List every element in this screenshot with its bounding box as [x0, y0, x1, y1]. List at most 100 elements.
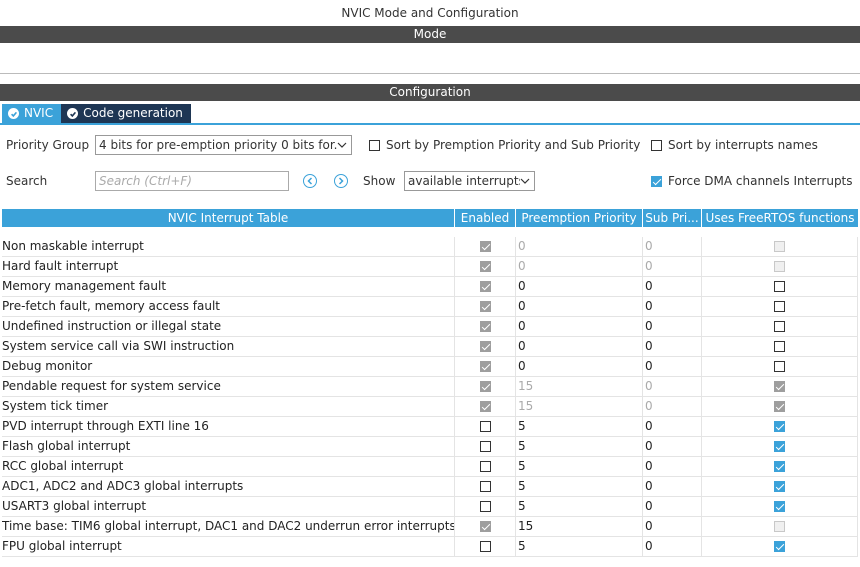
table-row[interactable]: PVD interrupt through EXTI line 16 5 0: [2, 417, 858, 437]
freertos-checkbox: [774, 401, 785, 412]
table-row[interactable]: Undefined instruction or illegal state 0 0: [2, 317, 858, 337]
freertos-cell: [702, 317, 858, 336]
mode-section-header: Mode: [0, 26, 860, 43]
sub-priority-cell[interactable]: 0: [643, 317, 702, 336]
sort-premption-checkbox[interactable]: Sort by Premption Priority and Sub Prior…: [369, 138, 640, 152]
table-row[interactable]: ADC1, ADC2 and ADC3 global interrupts 5 0: [2, 477, 858, 497]
enabled-checkbox[interactable]: [479, 481, 491, 492]
column-header-freertos[interactable]: Uses FreeRTOS functions: [702, 209, 858, 227]
freertos-checkbox: [774, 381, 785, 392]
enabled-cell: [455, 457, 516, 476]
preemption-priority-cell[interactable]: 5: [516, 537, 643, 556]
preemption-priority-cell[interactable]: 0: [516, 357, 643, 376]
enabled-cell: [455, 537, 516, 556]
sub-priority-cell[interactable]: 0: [643, 457, 702, 476]
preemption-priority-cell: 15: [516, 397, 643, 416]
sub-priority-cell[interactable]: 0: [643, 477, 702, 496]
freertos-checkbox[interactable]: [774, 441, 785, 452]
preemption-priority-cell[interactable]: 0: [516, 317, 643, 336]
search-next-button[interactable]: [334, 174, 348, 188]
tab-code-generation[interactable]: Code generation: [61, 104, 191, 123]
force-dma-checkbox[interactable]: Force DMA channels Interrupts: [651, 174, 853, 188]
preemption-priority-cell[interactable]: 5: [516, 497, 643, 516]
table-row[interactable]: RCC global interrupt 5 0: [2, 457, 858, 477]
column-header-sub-priority[interactable]: Sub Pri...: [643, 209, 702, 227]
interrupt-name: Pendable request for system service: [2, 377, 455, 396]
freertos-checkbox[interactable]: [774, 321, 785, 332]
preemption-priority-cell[interactable]: 5: [516, 457, 643, 476]
preemption-priority-cell[interactable]: 0: [516, 337, 643, 356]
preemption-priority-cell: 15: [516, 377, 643, 396]
table-row[interactable]: Debug monitor 0 0: [2, 357, 858, 377]
freertos-checkbox[interactable]: [774, 481, 785, 492]
interrupt-name: System service call via SWI instruction: [2, 337, 455, 356]
tab-nvic[interactable]: NVIC: [2, 104, 62, 123]
enabled-cell: [455, 297, 516, 316]
priority-group-select[interactable]: 4 bits for pre-emption priority 0 bits f…: [95, 135, 352, 155]
sub-priority-cell[interactable]: 0: [643, 497, 702, 516]
freertos-checkbox[interactable]: [774, 361, 785, 372]
sub-priority-cell[interactable]: 0: [643, 437, 702, 456]
freertos-checkbox[interactable]: [774, 341, 785, 352]
sub-priority-cell[interactable]: 0: [643, 537, 702, 556]
freertos-checkbox[interactable]: [774, 541, 785, 552]
sub-priority-cell[interactable]: 0: [643, 277, 702, 296]
enabled-checkbox[interactable]: [479, 501, 491, 512]
freertos-checkbox[interactable]: [774, 501, 785, 512]
table-row[interactable]: Flash global interrupt 5 0: [2, 437, 858, 457]
table-row[interactable]: System tick timer 15 0: [2, 397, 858, 417]
interrupt-name: Flash global interrupt: [2, 437, 455, 456]
table-row[interactable]: Pendable request for system service 15 0: [2, 377, 858, 397]
search-input[interactable]: Search (Ctrl+F): [95, 171, 289, 191]
column-header-interrupt[interactable]: NVIC Interrupt Table: [2, 209, 455, 227]
preemption-priority-cell[interactable]: 0: [516, 277, 643, 296]
sub-priority-cell: 0: [643, 237, 702, 256]
table-row[interactable]: Memory management fault 0 0: [2, 277, 858, 297]
column-header-preemption[interactable]: Preemption Priority: [516, 209, 643, 227]
chevron-left-icon: [307, 177, 313, 185]
checkbox-box[interactable]: [651, 175, 662, 187]
table-row[interactable]: System service call via SWI instruction 0…: [2, 337, 858, 357]
enabled-checkbox: [479, 401, 491, 412]
interrupt-name: PVD interrupt through EXTI line 16: [2, 417, 455, 436]
sub-priority-cell: 0: [643, 257, 702, 276]
checkbox-box[interactable]: [369, 139, 380, 151]
checkbox-box[interactable]: [651, 139, 662, 151]
sort-names-checkbox[interactable]: Sort by interrupts names: [651, 138, 818, 152]
freertos-cell: [702, 377, 858, 396]
enabled-checkbox[interactable]: [479, 441, 491, 452]
sub-priority-cell[interactable]: 0: [643, 297, 702, 316]
sub-priority-cell[interactable]: 0: [643, 517, 702, 536]
enabled-checkbox[interactable]: [479, 461, 491, 472]
window-title: NVIC Mode and Configuration: [341, 6, 519, 20]
configuration-section-header: Configuration: [0, 84, 860, 101]
freertos-checkbox[interactable]: [774, 281, 785, 292]
preemption-priority-cell[interactable]: 5: [516, 437, 643, 456]
freertos-checkbox[interactable]: [774, 421, 785, 432]
table-row[interactable]: FPU global interrupt 5 0: [2, 537, 858, 557]
table-row[interactable]: Pre-fetch fault, memory access fault 0 0: [2, 297, 858, 317]
enabled-checkbox[interactable]: [479, 541, 491, 552]
freertos-checkbox[interactable]: [774, 301, 785, 312]
show-select[interactable]: available interrupts: [404, 171, 535, 191]
sub-priority-cell[interactable]: 0: [643, 417, 702, 436]
preemption-priority-cell[interactable]: 0: [516, 297, 643, 316]
preemption-priority-cell[interactable]: 15: [516, 517, 643, 536]
table-row[interactable]: Non maskable interrupt 0 0: [2, 237, 858, 257]
table-row[interactable]: Time base: TIM6 global interrupt, DAC1 a…: [2, 517, 858, 537]
sub-priority-cell[interactable]: 0: [643, 337, 702, 356]
freertos-cell: [702, 457, 858, 476]
column-header-enabled[interactable]: Enabled: [455, 209, 516, 227]
enabled-checkbox[interactable]: [479, 421, 491, 432]
preemption-priority-cell[interactable]: 5: [516, 417, 643, 436]
table-row[interactable]: Hard fault interrupt 0 0: [2, 257, 858, 277]
priority-group-label: Priority Group: [6, 138, 90, 152]
chevron-right-icon: [338, 177, 344, 185]
preemption-priority-cell[interactable]: 5: [516, 477, 643, 496]
table-row[interactable]: USART3 global interrupt 5 0: [2, 497, 858, 517]
search-previous-button[interactable]: [303, 174, 317, 188]
sub-priority-cell[interactable]: 0: [643, 357, 702, 376]
freertos-cell: [702, 437, 858, 456]
freertos-checkbox[interactable]: [774, 461, 785, 472]
check-circle-icon: [8, 108, 19, 119]
